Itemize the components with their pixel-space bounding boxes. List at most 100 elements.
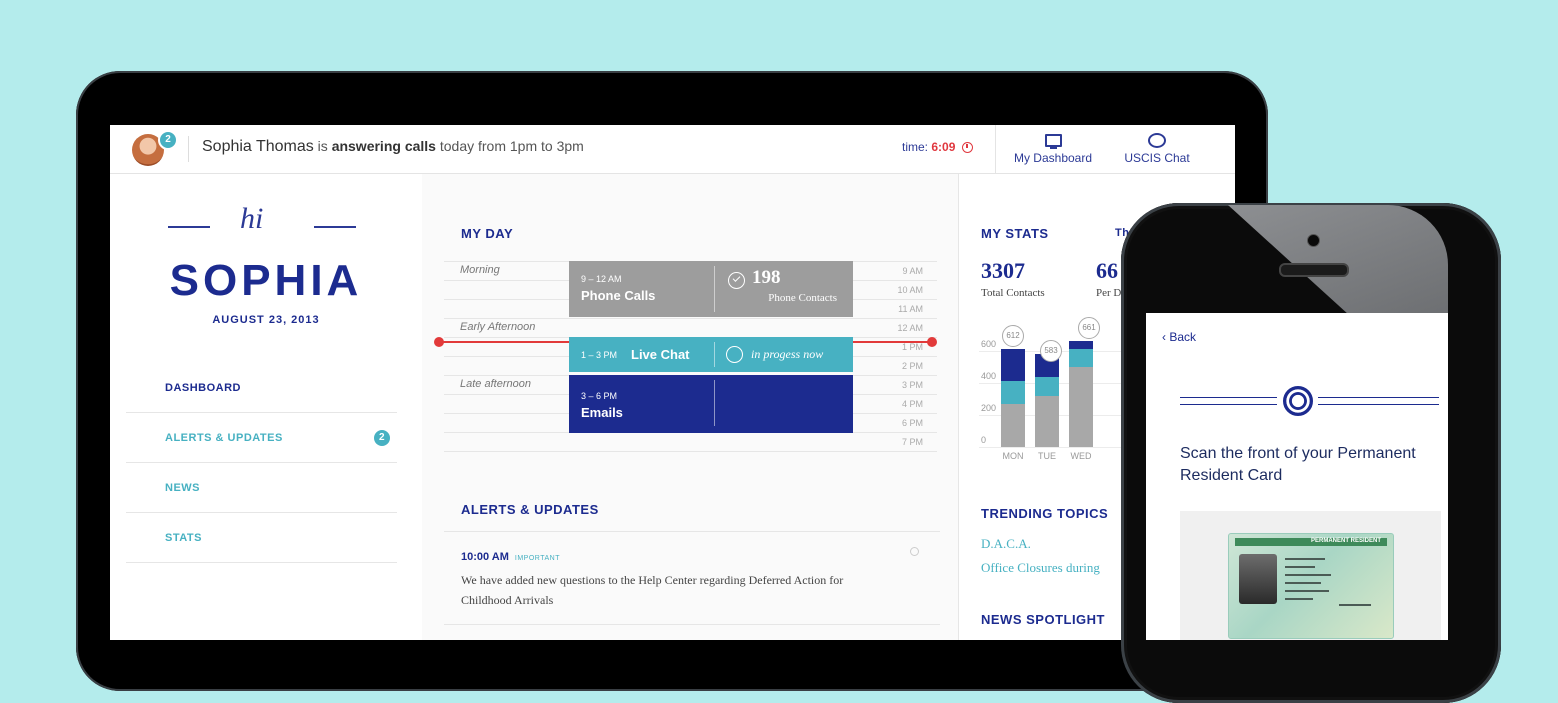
sidebar-item-label: DASHBOARD [165,382,241,394]
status-activity: answering calls [331,138,436,154]
card-text-line [1285,590,1329,592]
bar-segment[interactable] [1001,381,1025,404]
bar-segment[interactable] [1001,403,1025,447]
uscis-chat-label: USCIS Chat [1124,151,1190,165]
divider [444,624,940,625]
progress-ring-icon [726,346,743,363]
period-label: Morning [460,264,500,276]
per-day-label: Per D [1096,287,1122,299]
trending-topic-link[interactable]: D.A.C.A. [981,536,1031,552]
header-divider [995,125,996,173]
block-time: 1 – 3 PM [581,350,618,360]
sidebar-item-news[interactable]: NEWS [126,463,397,513]
y-tick-label: 400 [981,371,997,381]
alerts-count-badge: 2 [374,430,390,446]
uscis-chat-button[interactable]: USCIS Chat [1107,131,1207,165]
card-text-line [1285,566,1315,568]
bar-segment[interactable] [1069,341,1093,350]
phone-calls-block[interactable]: 9 – 12 AM Phone Calls 198 Phone Contacts [569,261,853,317]
camera-icon [1307,234,1320,247]
alert-tag: IMPORTANT [514,555,560,562]
alert-read-toggle[interactable] [910,547,919,556]
sidebar-item-label: NEWS [165,482,200,494]
card-photo [1239,554,1277,604]
period-label: Early Afternoon [460,321,536,333]
x-tick-label: MON [1002,451,1024,461]
scan-instruction: Scan the front of your Permanent Residen… [1180,445,1416,484]
dhs-seal-icon [1283,386,1313,416]
block-title: Phone Calls [581,288,656,303]
hour-label: 9 AM [902,266,923,276]
block-title: Emails [581,405,623,420]
seal-rule [1318,397,1439,405]
phone-screen: ‹ Back Scan the front of your Permanent … [1146,313,1448,640]
greeting: hi [240,202,264,235]
card-text-line [1285,582,1321,584]
alert-time-value: 10:00 AM [461,551,509,563]
dashboard-screen: 2 Sophia Thomas is answering calls today… [110,125,1235,640]
bar-segment[interactable] [1069,349,1093,367]
divider [444,531,940,532]
total-contacts-label: Total Contacts [981,287,1045,299]
alert-time: 10:00 AM IMPORTANT [461,551,560,563]
hour-label: 10 AM [897,285,923,295]
card-text-line [1285,558,1325,560]
block-divider [714,342,715,367]
card-preview[interactable]: PERMANENT RESIDENT [1180,511,1441,640]
per-day-value: 66 [1096,258,1118,283]
notification-badge: 2 [158,130,178,150]
my-dashboard-label: My Dashboard [1013,151,1093,165]
monitor-icon [1044,133,1062,149]
chevron-left-icon: ‹ [1162,330,1166,344]
bar-segment[interactable] [1035,376,1059,396]
trending-topic-link[interactable]: Office Closures during [981,560,1100,576]
hour-label: 1 PM [901,342,923,352]
back-button[interactable]: ‹ Back [1162,330,1196,344]
main-column: MY DAY Morning 9 AM 10 AM 11 AM Early Aft… [422,174,959,640]
hour-label: 6 PM [901,418,923,428]
speaker-grille [1279,263,1349,277]
sidebar-item-stats[interactable]: STATS [126,513,397,563]
contacts-bar-chart: 600 400 200 0 612 MON 583 TUE 661 WED [979,317,1139,469]
sidebar-item-label: ALERTS & UPDATES [165,432,283,444]
emails-block[interactable]: 3 – 6 PM Emails [569,375,853,433]
session-timer: time: 6:09 [902,140,973,154]
clock-icon [961,142,973,153]
schedule-row: 7 PM [444,432,937,452]
block-divider [714,266,715,312]
schedule-row [444,451,937,452]
bar-segment[interactable] [1035,395,1059,447]
back-label: Back [1169,330,1197,344]
live-chat-block[interactable]: 1 – 3 PM Live Chat in progess now [569,337,853,372]
bar-segment[interactable] [1001,349,1025,382]
check-circle-icon [728,272,745,289]
hour-label: 7 PM [901,437,923,447]
greeting-rule [314,226,356,228]
green-card-image: PERMANENT RESIDENT [1228,533,1394,639]
period-label: Late afternoon [460,378,531,390]
current-time-marker [927,337,937,347]
block-time: 3 – 6 PM [581,391,618,401]
status-prefix: is [317,138,328,154]
alerts-title: ALERTS & UPDATES [461,502,599,517]
my-stats-title: MY STATS [981,226,1049,241]
block-title: Live Chat [631,347,690,362]
y-tick-label: 600 [981,339,997,349]
my-day-title: MY DAY [461,226,514,241]
sidebar-item-dashboard[interactable]: DASHBOARD [126,363,397,413]
greeting-rule [168,226,210,228]
top-bar: 2 Sophia Thomas is answering calls today… [110,125,1235,174]
hour-label: 2 PM [901,361,923,371]
my-dashboard-button[interactable]: My Dashboard [1003,131,1103,165]
hour-label: 4 PM [901,399,923,409]
block-divider [714,380,715,426]
sidebar-item-label: STATS [165,532,202,544]
alert-message: We have added new questions to the Help … [461,573,844,607]
bar-segment[interactable] [1069,367,1093,447]
sidebar-item-alerts[interactable]: ALERTS & UPDATES 2 [126,413,397,463]
chat-icon [1148,132,1166,148]
x-tick-label: TUE [1038,451,1056,461]
seal-rule [1180,397,1277,405]
chat-status: in progess now [751,347,824,361]
card-text-line [1339,604,1371,606]
